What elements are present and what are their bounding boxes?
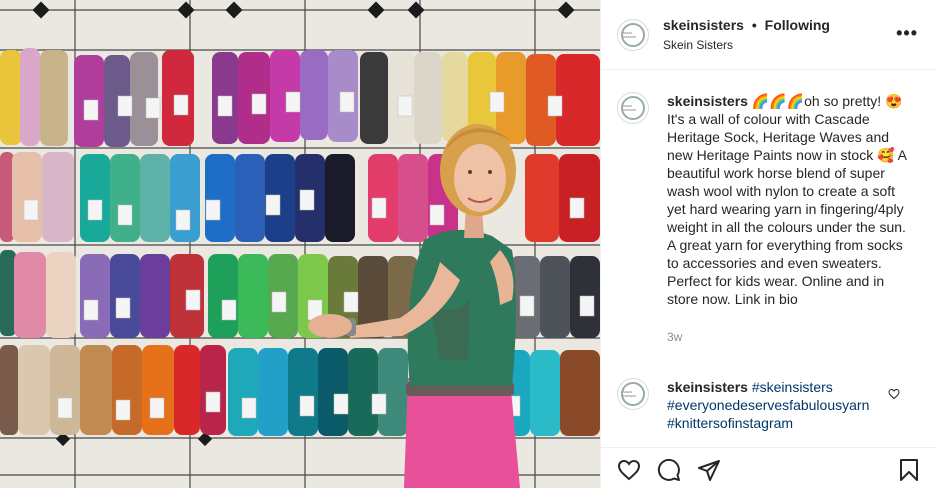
comment-icon[interactable] xyxy=(657,458,681,482)
instagram-post: SKEIN SISTERS skeinsisters • Following S… xyxy=(0,0,936,488)
hashtag-link[interactable]: #knittersofinstagram xyxy=(667,415,793,431)
heart-icon[interactable] xyxy=(617,458,641,482)
hashtag-link[interactable]: #skeinsisters xyxy=(752,379,833,395)
comment-username[interactable]: skeinsisters xyxy=(667,379,748,395)
action-bar xyxy=(601,447,936,488)
yarn-wall-image xyxy=(0,0,600,488)
avatar-logo: SKEIN SISTERS xyxy=(621,22,645,47)
bookmark-icon[interactable] xyxy=(897,458,921,482)
more-options-button[interactable]: ••• xyxy=(896,24,918,42)
caption: SKEIN SISTERS skeinsisters 🌈🌈🌈oh so pret… xyxy=(617,92,926,346)
post-time[interactable]: 3w xyxy=(667,328,907,346)
username-link[interactable]: skeinsisters xyxy=(663,17,744,33)
avatar-logo: SKEIN SISTERS xyxy=(621,96,645,120)
hashtag-link[interactable]: #everyonedeservesfabulousyarn xyxy=(667,397,869,413)
avatar[interactable]: SKEIN SISTERS xyxy=(617,18,649,51)
caption-username[interactable]: skeinsisters xyxy=(667,93,748,109)
comment-body: skeinsisters #skeinsisters #everyonedese… xyxy=(667,378,877,432)
comment: SKEIN SISTERS skeinsisters #skeinsisters… xyxy=(617,378,926,432)
post-header: SKEIN SISTERS skeinsisters • Following S… xyxy=(601,0,936,70)
post-photo[interactable] xyxy=(0,0,600,488)
share-icon[interactable] xyxy=(697,458,721,482)
following-button[interactable]: Following xyxy=(765,17,830,33)
avatar-logo: SKEIN SISTERS xyxy=(621,382,645,406)
location-link[interactable]: Skein Sisters xyxy=(663,36,830,54)
separator-dot: • xyxy=(751,16,757,33)
caption-body: skeinsisters 🌈🌈🌈oh so pretty! 😍 It's a w… xyxy=(667,92,907,346)
caption-avatar[interactable]: SKEIN SISTERS xyxy=(617,92,649,124)
caption-text: 🌈🌈🌈oh so pretty! 😍 It's a wall of colour… xyxy=(667,93,907,307)
post-sidebar: SKEIN SISTERS skeinsisters • Following S… xyxy=(600,0,936,488)
header-row: skeinsisters • Following xyxy=(663,16,830,34)
comment-heart-icon[interactable] xyxy=(888,388,900,400)
comment-avatar[interactable]: SKEIN SISTERS xyxy=(617,378,649,410)
header-text: skeinsisters • Following Skein Sisters xyxy=(663,16,830,54)
